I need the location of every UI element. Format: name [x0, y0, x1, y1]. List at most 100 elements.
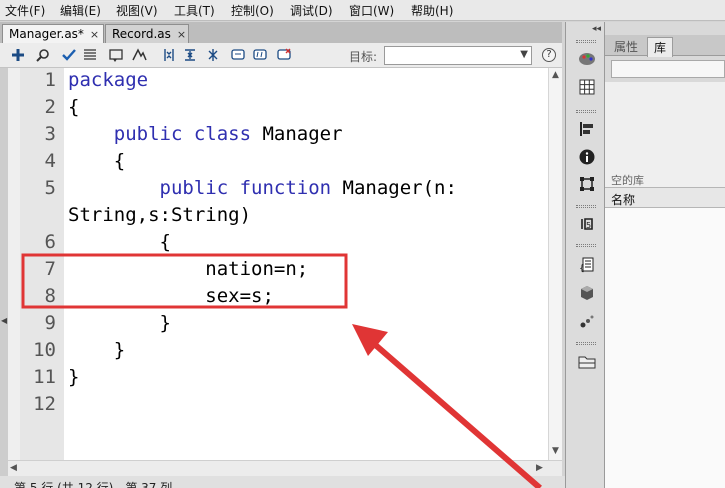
- menu-tools[interactable]: 工具(T): [174, 2, 215, 19]
- grid-icon[interactable]: [578, 78, 596, 96]
- tab-record-as[interactable]: Record.as ×: [105, 24, 189, 43]
- horizontal-scrollbar[interactable]: ◀ ▶: [8, 460, 562, 476]
- library-item-list[interactable]: [605, 208, 725, 488]
- grip-handle[interactable]: [576, 342, 596, 345]
- code-line[interactable]: String,s:String): [68, 204, 251, 226]
- tab-label: Record.as: [112, 27, 171, 41]
- line-number: 6: [44, 231, 56, 253]
- scroll-left-icon[interactable]: ◀: [10, 463, 17, 473]
- scroll-down-icon[interactable]: ▼: [552, 446, 559, 456]
- transform-icon[interactable]: [578, 175, 596, 193]
- code-line[interactable]: {: [68, 96, 79, 118]
- library-column-header[interactable]: 名称: [605, 188, 725, 208]
- target-select[interactable]: ▼: [384, 46, 532, 65]
- collapse-selection-icon[interactable]: [182, 47, 198, 63]
- line-number: 10: [33, 339, 56, 361]
- code-text: }: [113, 339, 126, 361]
- menu-file[interactable]: 文件(F): [5, 2, 45, 19]
- code-line[interactable]: {: [68, 231, 171, 253]
- code-line[interactable]: nation=n;: [68, 258, 308, 280]
- menu-help[interactable]: 帮助(H): [411, 2, 453, 19]
- document-tab-bar: Manager.as* × Record.as ×: [0, 22, 562, 43]
- scroll-right-icon[interactable]: ▶: [536, 463, 543, 473]
- auto-format-icon[interactable]: [82, 47, 98, 63]
- collapse-left-icon[interactable]: ◀: [1, 316, 7, 325]
- tab-library[interactable]: 库: [647, 37, 674, 57]
- line-number: 8: [44, 285, 56, 307]
- remove-comment-icon[interactable]: [276, 47, 292, 63]
- check-syntax-icon[interactable]: [61, 47, 77, 63]
- code-line[interactable]: }: [68, 339, 125, 361]
- grip-handle[interactable]: [576, 205, 596, 208]
- line-number: 1: [44, 69, 56, 91]
- color-swatches-icon[interactable]: [578, 50, 596, 68]
- code-line[interactable]: public class Manager: [68, 123, 343, 145]
- target-label: 目标:: [349, 50, 378, 64]
- cursor-position-status: 第 5 行 (共 12 行)，第 37 列: [14, 481, 173, 488]
- debug-options-icon[interactable]: [131, 47, 147, 63]
- svg-text:{: {: [579, 264, 585, 273]
- code-line[interactable]: sex=s;: [68, 285, 274, 307]
- grip-handle[interactable]: [576, 40, 596, 43]
- scroll-up-icon[interactable]: ▲: [552, 70, 559, 80]
- library-panel: 属性 库 空的库 名称: [605, 22, 725, 488]
- grip-handle[interactable]: [576, 110, 596, 113]
- name-column-label: 名称: [611, 193, 636, 207]
- code-line[interactable]: }: [68, 366, 79, 388]
- code-line[interactable]: }: [68, 312, 171, 334]
- align-icon[interactable]: [578, 120, 596, 138]
- code-editor[interactable]: 1 2 3 4 5 6 7 8 9 10 11 12 package { pub…: [8, 68, 548, 460]
- tab-manager-as[interactable]: Manager.as* ×: [2, 24, 104, 43]
- behaviors-icon[interactable]: 5: [578, 215, 596, 233]
- library-document-select[interactable]: [611, 60, 725, 78]
- left-collapse-strip[interactable]: ◀: [0, 68, 8, 476]
- tab-properties[interactable]: 属性: [608, 37, 644, 56]
- library-3d-icon[interactable]: [578, 284, 596, 302]
- code-hint-icon[interactable]: [108, 47, 124, 63]
- help-icon[interactable]: ?: [542, 48, 556, 62]
- close-tab-icon[interactable]: ×: [177, 28, 186, 41]
- components-icon[interactable]: {: [578, 256, 596, 274]
- folder-icon[interactable]: [578, 352, 596, 370]
- chevron-down-icon: ▼: [520, 49, 528, 60]
- code-line[interactable]: package: [68, 69, 148, 91]
- menu-view[interactable]: 视图(V): [116, 2, 158, 19]
- line-number: 12: [33, 393, 56, 415]
- add-statement-icon[interactable]: [10, 47, 26, 63]
- code-text: {: [159, 231, 171, 253]
- code-text: String,s:String): [68, 204, 252, 226]
- collapse-between-braces-icon[interactable]: [161, 47, 177, 63]
- grip-handle[interactable]: [576, 244, 596, 247]
- code-keyword: public function: [159, 177, 332, 199]
- apply-line-comment-icon[interactable]: [252, 47, 268, 63]
- line-number: 7: [44, 258, 56, 280]
- code-text: Manager: [251, 123, 343, 145]
- menu-edit[interactable]: 编辑(E): [60, 2, 101, 19]
- code-keyword: package: [68, 69, 149, 91]
- code-line[interactable]: {: [68, 150, 125, 172]
- panel-tab-bar: 属性 库: [605, 35, 725, 57]
- code-keyword: public class: [113, 123, 252, 145]
- info-icon[interactable]: [578, 148, 596, 166]
- menu-control[interactable]: 控制(O): [231, 2, 274, 19]
- status-bar: 第 5 行 (共 12 行)，第 37 列: [0, 476, 565, 488]
- collapse-panels-icon[interactable]: ◂◂: [592, 24, 601, 34]
- line-number: 3: [44, 123, 56, 145]
- code-text: nation=n;: [205, 258, 309, 280]
- close-tab-icon[interactable]: ×: [90, 28, 99, 41]
- code-text: {: [68, 96, 80, 118]
- motion-presets-icon[interactable]: [578, 312, 596, 330]
- code-line[interactable]: public function Manager(n:: [68, 177, 457, 199]
- code-text: Manager(n:: [331, 177, 457, 199]
- line-number: 4: [44, 150, 56, 172]
- menu-window[interactable]: 窗口(W): [349, 2, 394, 19]
- vertical-scrollbar[interactable]: ▲ ▼: [548, 68, 562, 460]
- expand-all-icon[interactable]: [205, 47, 221, 63]
- menu-debug[interactable]: 调试(D): [290, 2, 333, 19]
- apply-block-comment-icon[interactable]: [230, 47, 246, 63]
- find-icon[interactable]: [35, 47, 51, 63]
